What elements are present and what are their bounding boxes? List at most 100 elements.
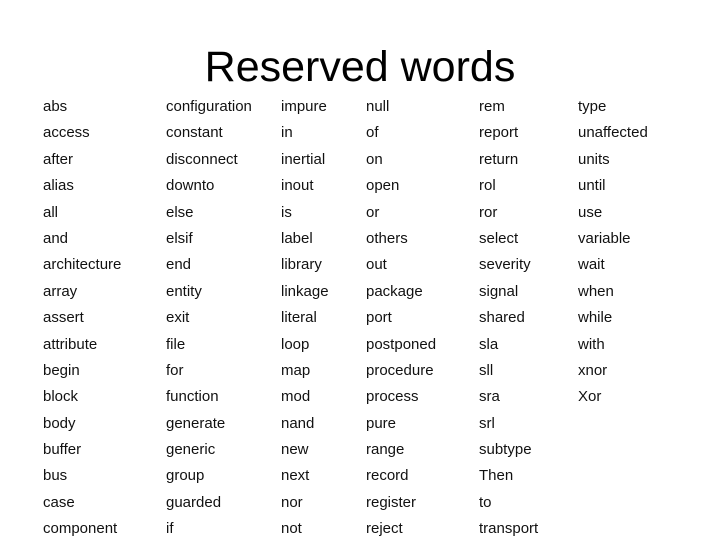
slide-title-text: Reserved words xyxy=(204,43,516,91)
table-row: after disconnect inertial on return units xyxy=(0,147,720,173)
reserved-word-cell: of xyxy=(366,124,379,142)
reserved-word-cell: mod xyxy=(281,388,311,406)
reserved-word-cell: until xyxy=(578,177,606,195)
reserved-word-cell: function xyxy=(166,388,219,406)
reserved-word-cell: end xyxy=(166,256,192,274)
reserved-word-cell: sll xyxy=(479,361,494,379)
reserved-word-cell: nand xyxy=(281,414,315,432)
reserved-words-table: abs configuration impure null rem type access c… xyxy=(0,94,720,543)
reserved-word-cell: component xyxy=(43,520,118,538)
reserved-word-cell: procedure xyxy=(366,361,434,379)
reserved-word-cell: group xyxy=(166,467,205,485)
reserved-word-cell: architecture xyxy=(43,256,122,274)
reserved-word-cell: attribute xyxy=(43,335,98,353)
reserved-word-cell: srl xyxy=(479,414,495,432)
table-row: assert exit literal port shared while xyxy=(0,305,720,331)
reserved-word-cell: else xyxy=(166,203,194,221)
table-row: component if not reject transport xyxy=(0,516,720,542)
reserved-word-cell: alias xyxy=(43,177,74,195)
reserved-word-cell: units xyxy=(578,150,610,168)
reserved-word-cell: block xyxy=(43,388,79,406)
reserved-word-cell: bus xyxy=(43,467,68,485)
reserved-word-cell: report xyxy=(479,124,519,142)
reserved-word-cell: case xyxy=(43,493,75,511)
table-row: case guarded nor register to xyxy=(0,490,720,516)
reserved-word-cell: reject xyxy=(366,520,403,538)
reserved-word-cell: others xyxy=(366,229,408,247)
reserved-word-cell: linkage xyxy=(281,282,329,300)
reserved-word-cell: for xyxy=(166,361,184,379)
reserved-word-cell: xnor xyxy=(578,361,608,379)
reserved-word-cell: all xyxy=(43,203,59,221)
reserved-word-cell: out xyxy=(366,256,387,274)
reserved-word-cell: to xyxy=(479,493,492,511)
reserved-word-cell: unaffected xyxy=(578,124,648,142)
reserved-word-cell: while xyxy=(578,309,613,327)
reserved-word-cell: wait xyxy=(578,256,605,274)
reserved-word-cell: generic xyxy=(166,441,216,459)
reserved-word-cell: sra xyxy=(479,388,500,406)
reserved-word-cell: ror xyxy=(479,203,498,221)
reserved-word-cell: if xyxy=(166,520,174,538)
table-row: body generate nand pure srl xyxy=(0,411,720,437)
reserved-word-cell: port xyxy=(366,309,392,327)
table-row: array entity linkage package signal when xyxy=(0,279,720,305)
slide-title: Reserved words xyxy=(0,42,720,92)
reserved-word-cell: new xyxy=(281,441,309,459)
reserved-word-cell: severity xyxy=(479,256,531,274)
reserved-word-cell: when xyxy=(578,282,614,300)
reserved-word-cell: inout xyxy=(281,177,314,195)
reserved-word-cell: file xyxy=(166,335,186,353)
reserved-word-cell: Xor xyxy=(578,388,602,406)
table-row: alias downto inout open rol until xyxy=(0,173,720,199)
reserved-word-cell: null xyxy=(366,98,390,115)
reserved-word-cell: on xyxy=(366,150,383,168)
table-row: and elsif label others select variable xyxy=(0,226,720,252)
reserved-word-cell: process xyxy=(366,388,419,406)
reserved-word-cell: assert xyxy=(43,309,84,327)
table-row: attribute file loop postponed sla with xyxy=(0,332,720,358)
table-row: architecture end library out severity wait xyxy=(0,252,720,278)
table-row: bus group next record Then xyxy=(0,463,720,489)
reserved-word-cell: rem xyxy=(479,98,505,115)
reserved-word-cell: buffer xyxy=(43,441,82,459)
reserved-word-cell: loop xyxy=(281,335,310,353)
reserved-word-cell: variable xyxy=(578,229,631,247)
reserved-word-cell: return xyxy=(479,150,519,168)
reserved-word-cell: access xyxy=(43,124,90,142)
reserved-word-cell: use xyxy=(578,203,603,221)
reserved-word-cell: transport xyxy=(479,520,539,538)
reserved-word-cell: sla xyxy=(479,335,499,353)
reserved-word-cell: or xyxy=(366,203,380,221)
reserved-word-cell: register xyxy=(366,493,417,511)
reserved-word-cell: is xyxy=(281,203,292,221)
reserved-word-cell: elsif xyxy=(166,229,193,247)
reserved-word-cell: library xyxy=(281,256,322,274)
table-row: block function mod process sra Xor xyxy=(0,384,720,410)
reserved-word-cell: range xyxy=(366,441,405,459)
reserved-word-cell: in xyxy=(281,124,293,142)
reserved-word-cell: shared xyxy=(479,309,525,327)
table-row: abs configuration impure null rem type xyxy=(0,94,720,120)
reserved-word-cell: pure xyxy=(366,414,397,432)
reserved-word-cell: impure xyxy=(281,98,327,115)
reserved-word-cell: begin xyxy=(43,361,80,379)
reserved-word-cell: downto xyxy=(166,177,215,195)
reserved-word-cell: entity xyxy=(166,282,202,300)
reserved-word-cell: guarded xyxy=(166,493,222,511)
table-row: buffer generic new range subtype xyxy=(0,437,720,463)
reserved-word-cell: configuration xyxy=(166,98,252,115)
reserved-word-cell: record xyxy=(366,467,409,485)
reserved-word-cell: signal xyxy=(479,282,519,300)
reserved-word-cell: disconnect xyxy=(166,150,238,168)
reserved-word-cell: literal xyxy=(281,309,317,327)
table-row: begin for map procedure sll xnor xyxy=(0,358,720,384)
reserved-word-cell: type xyxy=(578,98,607,115)
reserved-word-cell: generate xyxy=(166,414,226,432)
reserved-word-cell: inertial xyxy=(281,150,326,168)
reserved-word-cell: with xyxy=(578,335,605,353)
reserved-word-cell: Then xyxy=(479,467,514,485)
reserved-word-cell: postponed xyxy=(366,335,437,353)
reserved-word-cell: label xyxy=(281,229,313,247)
reserved-word-cell: package xyxy=(366,282,423,300)
